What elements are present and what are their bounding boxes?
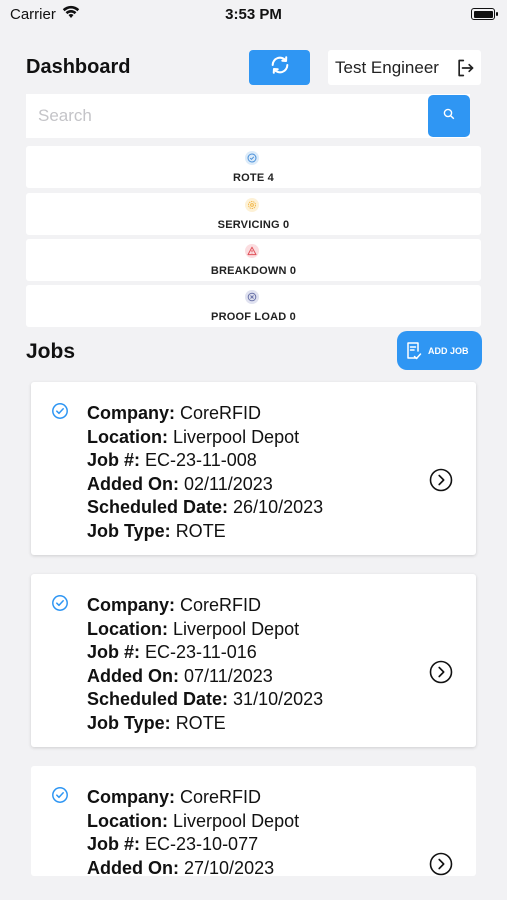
- status-time: 3:53 PM: [225, 6, 282, 23]
- job-company: Company: CoreRFID: [87, 595, 262, 615]
- refresh-button[interactable]: [249, 50, 310, 85]
- check-circle-icon: [51, 594, 69, 617]
- close-circle-icon: [245, 290, 259, 304]
- job-added-on: Added On: 07/11/2023: [87, 665, 273, 686]
- warning-icon: [245, 244, 259, 258]
- chevron-right-circle-icon[interactable]: [429, 852, 453, 876]
- job-number: Job #: EC-23-11-008: [87, 450, 257, 471]
- check-circle-icon: [51, 402, 69, 425]
- job-number: Job #: EC-23-11-016: [87, 642, 257, 663]
- job-company: Company: CoreRFID: [87, 787, 262, 807]
- job-card[interactable]: Company: CoreRFID Location: Liverpool De…: [31, 574, 476, 747]
- refresh-icon: [269, 54, 291, 81]
- stat-card-servicing[interactable]: SERVICING 0: [26, 193, 481, 235]
- job-number: Job #: EC-23-10-077: [87, 834, 259, 855]
- stat-card-rote[interactable]: ROTE 4: [26, 146, 481, 188]
- job-details: Company: CoreRFID Location: Liverpool De…: [87, 594, 323, 736]
- job-details: Company: CoreRFID Location: Liverpool De…: [87, 786, 299, 876]
- job-location: Location: Liverpool Depot: [87, 426, 300, 447]
- job-scheduled-date: Scheduled Date: 31/10/2023: [87, 689, 324, 710]
- stat-card-breakdown[interactable]: BREAKDOWN 0: [26, 239, 481, 281]
- job-location: Location: Liverpool Depot: [87, 618, 300, 639]
- job-location: Location: Liverpool Depot: [87, 810, 300, 831]
- gear-icon: [245, 198, 259, 212]
- job-added-on: Added On: 02/11/2023: [87, 473, 273, 494]
- stat-card-proof-load[interactable]: PROOF LOAD 0: [26, 285, 481, 327]
- stat-label: BREAKDOWN 0: [210, 265, 297, 277]
- search-input[interactable]: [26, 94, 426, 138]
- search-icon: [443, 107, 455, 125]
- job-type: Job Type: ROTE: [87, 712, 226, 733]
- job-card[interactable]: Company: CoreRFID Location: Liverpool De…: [31, 382, 476, 555]
- chevron-right-circle-icon[interactable]: [429, 468, 453, 497]
- search-bar: [26, 94, 470, 138]
- chevron-right-circle-icon[interactable]: [429, 660, 453, 689]
- jobs-title: Jobs: [26, 340, 76, 363]
- logout-icon[interactable]: [455, 58, 475, 83]
- job-type: Job Type: ROTE: [87, 520, 226, 541]
- search-button[interactable]: [428, 95, 470, 137]
- add-job-label: ADD JOB: [428, 345, 469, 356]
- battery-icon: [471, 8, 498, 20]
- stat-label: SERVICING 0: [217, 219, 290, 231]
- check-circle-icon: [51, 786, 69, 809]
- job-details: Company: CoreRFID Location: Liverpool De…: [87, 402, 323, 544]
- clipboard-check-icon: [406, 341, 422, 361]
- add-job-button[interactable]: ADD JOB: [397, 331, 482, 370]
- job-company: Company: CoreRFID: [87, 403, 262, 423]
- job-card[interactable]: Company: CoreRFID Location: Liverpool De…: [31, 766, 476, 876]
- user-box: Test Engineer: [328, 50, 481, 85]
- job-scheduled-date: Scheduled Date: 26/10/2023: [87, 497, 324, 518]
- user-name: Test Engineer: [335, 57, 439, 77]
- check-circle-icon: [245, 151, 259, 165]
- stat-label: ROTE 4: [233, 172, 274, 184]
- stat-label: PROOF LOAD 0: [211, 311, 296, 323]
- page-title: Dashboard: [26, 56, 131, 78]
- job-added-on: Added On: 27/10/2023: [87, 857, 275, 876]
- status-bar: Carrier 3:53 PM: [0, 0, 507, 30]
